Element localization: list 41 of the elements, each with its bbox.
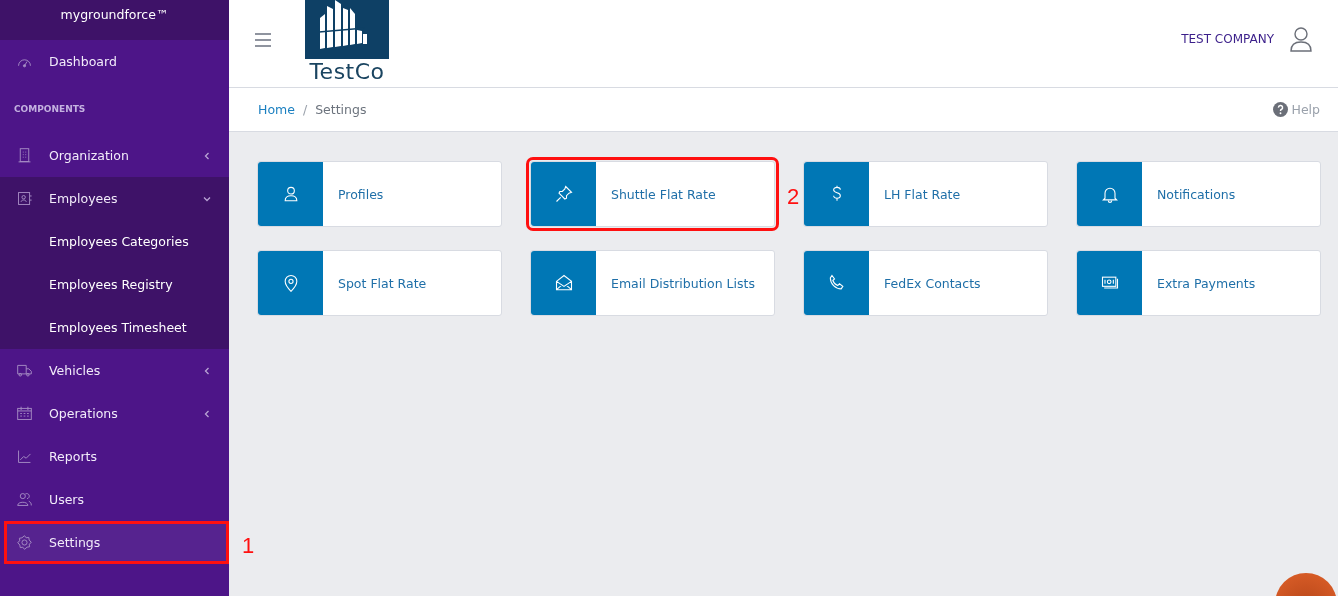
chevron-left-icon <box>203 151 211 160</box>
annotation-number: 1 <box>242 532 255 559</box>
breadcrumb-separator: / <box>302 102 308 117</box>
help-icon[interactable] <box>1272 102 1288 117</box>
user-icon[interactable] <box>1290 26 1312 52</box>
settings-card[interactable]: LH Flat Rate <box>803 161 1048 227</box>
settings-icon <box>16 534 33 551</box>
calendar-icon <box>16 405 33 422</box>
nav-item[interactable]: Reports <box>0 435 229 478</box>
company-name[interactable]: TEST COMPANY <box>1181 32 1274 46</box>
envelope-icon <box>553 273 574 293</box>
nav-item[interactable]: Vehicles <box>0 349 229 392</box>
contact-card-icon <box>16 190 33 207</box>
settings-card[interactable]: Extra Payments <box>1076 250 1321 316</box>
settings-card[interactable]: Email Distribution Lists <box>530 250 775 316</box>
settings-card[interactable]: Profiles <box>257 161 502 227</box>
menu-icon[interactable] <box>255 33 271 47</box>
chevron-left-icon <box>203 409 211 418</box>
brand-name: mygroundforce™ <box>0 0 229 40</box>
breadcrumb-current: Settings <box>315 102 367 117</box>
nav-subitem[interactable]: Employees Registry <box>0 263 229 306</box>
settings-card[interactable]: Spot Flat Rate <box>257 250 502 316</box>
nav-subitem[interactable]: Employees Timesheet <box>0 306 229 349</box>
breadcrumb-link[interactable]: Home <box>258 102 295 117</box>
nav-item[interactable]: Organization <box>0 134 229 177</box>
nav-item[interactable]: Operations <box>0 392 229 435</box>
nav-subitem[interactable]: Employees Categories <box>0 220 229 263</box>
settings-card[interactable]: Notifications <box>1076 161 1321 227</box>
building-icon <box>16 147 33 164</box>
chevron-left-icon <box>203 366 211 375</box>
users-icon <box>16 491 33 508</box>
nav-item[interactable]: Dashboard <box>0 40 229 83</box>
line-chart-icon <box>16 448 33 465</box>
logo-text: TestCo <box>309 59 385 85</box>
nav-item[interactable]: Employees <box>0 177 229 220</box>
annotation-number: 2 <box>787 183 800 210</box>
settings-card[interactable]: FedEx Contacts <box>803 250 1048 316</box>
nav-item[interactable]: Users <box>0 478 229 521</box>
truck-icon <box>16 362 33 379</box>
chevron-down-icon <box>203 194 211 203</box>
section-heading: COMPONENTS <box>13 102 87 116</box>
